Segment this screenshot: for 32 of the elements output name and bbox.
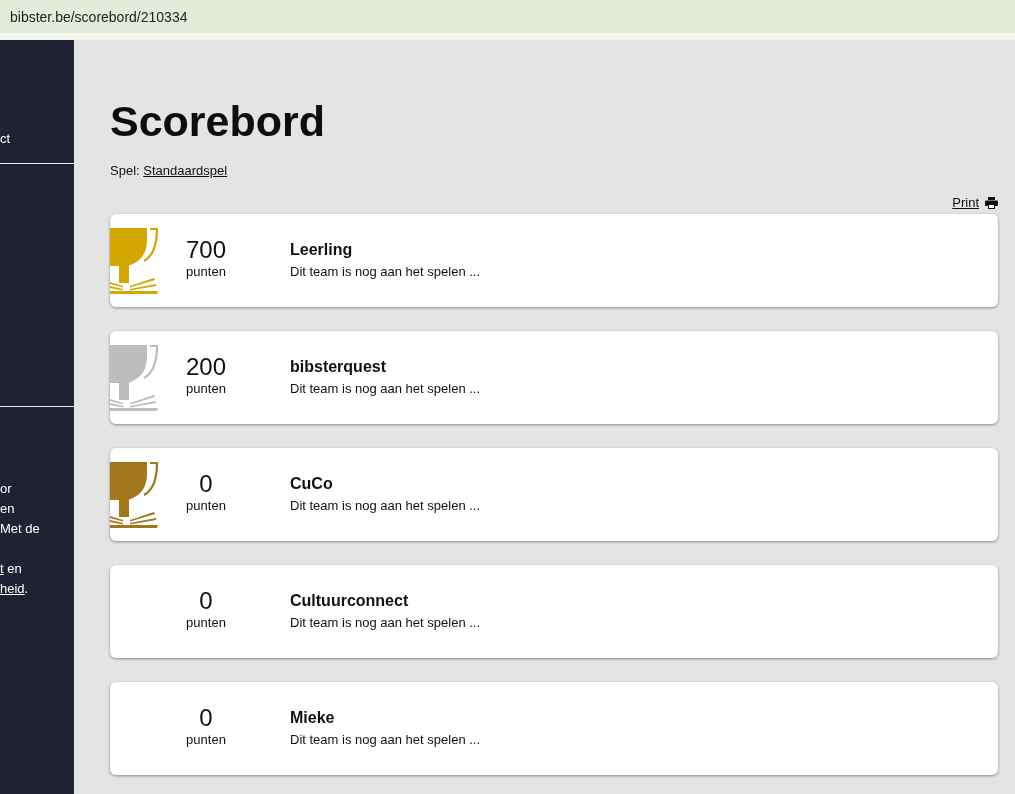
game-link[interactable]: Standaardspel	[143, 163, 228, 178]
score-unit: punten	[186, 732, 226, 748]
score-value: 0	[199, 587, 213, 615]
address-bar[interactable]: bibster.be/scorebord/210334	[0, 0, 1015, 40]
team-name: bibsterquest	[290, 357, 386, 377]
score-unit: punten	[186, 381, 226, 397]
game-label: Spel:	[110, 163, 140, 178]
score-unit: punten	[186, 498, 226, 514]
print-link[interactable]: Print	[952, 194, 979, 212]
score-unit: punten	[186, 264, 226, 280]
team-name: Leerling	[290, 240, 353, 260]
page-title: Scorebord	[110, 96, 326, 147]
score-value: 0	[199, 470, 213, 498]
sidebar-paragraph: t en heid.	[0, 560, 29, 598]
score-value: 200	[185, 353, 226, 381]
team-status: Dit team is nog aan het spelen ...	[290, 263, 481, 281]
printer-icon[interactable]	[985, 197, 998, 209]
team-name: Cultuurconnect	[290, 591, 409, 611]
score-value: 700	[185, 236, 226, 264]
team-name: CuCo	[290, 474, 333, 494]
score-value: 0	[199, 704, 213, 732]
text-link[interactable]: heid	[0, 581, 25, 596]
score-unit: punten	[186, 615, 226, 631]
team-status: Dit team is nog aan het spelen ...	[290, 731, 481, 749]
team-status: Dit team is nog aan het spelen ...	[290, 497, 481, 515]
sidebar-paragraph: or en Met de	[0, 480, 40, 538]
url-text: bibster.be/scorebord/210334	[10, 8, 188, 25]
text-link[interactable]: t	[0, 561, 4, 576]
team-name: Mieke	[290, 708, 335, 728]
team-status: Dit team is nog aan het spelen ...	[290, 614, 481, 632]
team-status: Dit team is nog aan het spelen ...	[290, 380, 481, 398]
nav-link[interactable]: ct	[0, 130, 11, 148]
